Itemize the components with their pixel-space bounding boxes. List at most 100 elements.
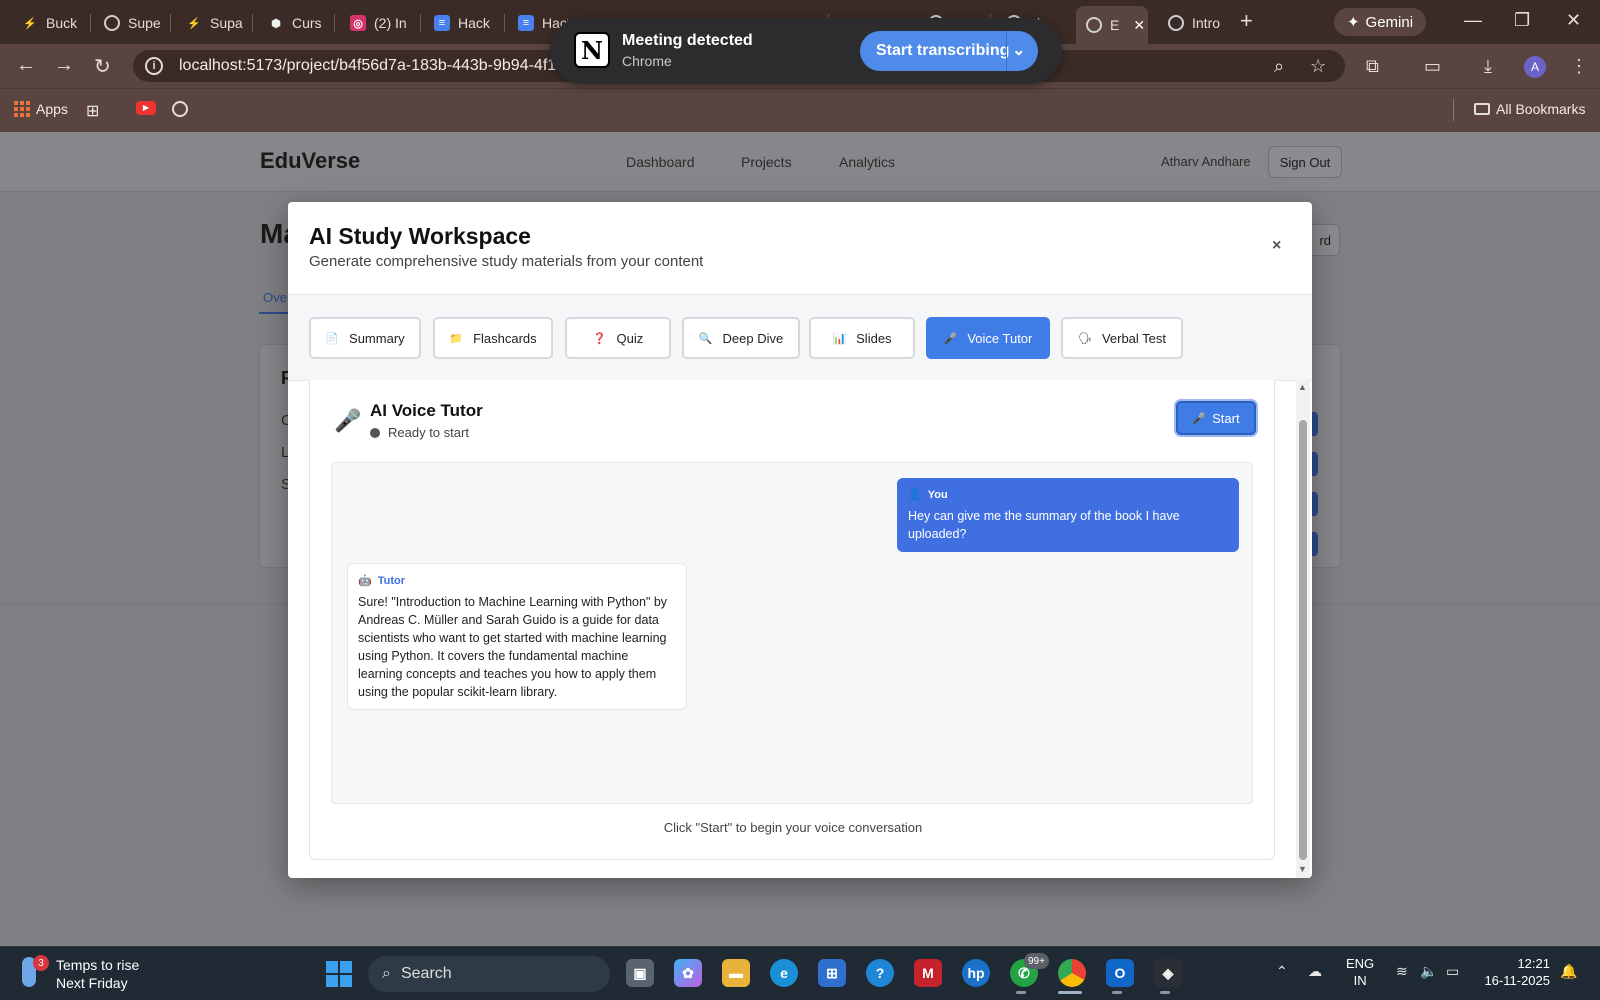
cloud-off-icon[interactable]: ☁ — [1308, 963, 1322, 980]
store-icon[interactable]: ⊞ — [818, 959, 846, 987]
download-icon[interactable]: ⤓ — [1484, 56, 1492, 77]
tab-search-icon[interactable]: ▭ — [1424, 56, 1441, 77]
apps-bookmark[interactable]: Apps — [14, 101, 68, 117]
site-info-icon[interactable]: i — [145, 57, 163, 75]
close-tab-icon[interactable]: ✕ — [1133, 17, 1145, 34]
tab-verbal-test[interactable]: 🗣 Verbal Test — [1061, 317, 1183, 359]
tab-deep-dive[interactable]: 🔍 Deep Dive — [682, 317, 800, 359]
hint-text: Click "Start" to begin your voice conver… — [663, 820, 923, 835]
sparkle-icon: ✦ — [1346, 14, 1360, 31]
weather-detail[interactable]: Next Friday — [56, 975, 128, 991]
browser-tab[interactable]: ⚡ Supa — [176, 8, 248, 38]
tab-voice-tutor[interactable]: 🎤 Voice Tutor — [926, 317, 1050, 359]
back-icon[interactable]: ← — [16, 54, 36, 77]
globe-bookmark[interactable] — [172, 101, 188, 117]
forward-icon[interactable]: → — [54, 54, 74, 77]
browser-tab[interactable]: Intro — [1158, 8, 1234, 38]
tab-slides[interactable]: 📊 Slides — [809, 317, 915, 359]
cube-app-icon[interactable]: ◈ — [1154, 959, 1182, 987]
close-window-icon[interactable]: ✕ — [1566, 10, 1581, 31]
close-icon[interactable]: × — [1272, 237, 1281, 255]
weather-headline[interactable]: Temps to rise — [56, 957, 139, 973]
nav-projects[interactable]: Projects — [741, 154, 792, 170]
hp-icon[interactable]: hp — [962, 959, 990, 987]
sign-out-button[interactable]: Sign Out — [1268, 146, 1342, 178]
task-view-icon[interactable]: ▣ — [626, 959, 654, 987]
taskbar-search[interactable]: ⌕ Search — [368, 956, 610, 992]
chrome-icon[interactable] — [1058, 959, 1086, 987]
browser-tab[interactable]: Supe — [94, 8, 166, 38]
tab-groups-icon[interactable]: ⊞ — [86, 101, 99, 121]
reload-icon[interactable]: ↻ — [94, 54, 111, 79]
scroll-down-icon[interactable]: ▼ — [1298, 864, 1307, 874]
tab-flashcards[interactable]: 📁 Flashcards — [433, 317, 553, 359]
chevron-down-icon[interactable]: ⌄ — [1012, 40, 1025, 60]
modal-scrollbar[interactable]: ▲ ▼ — [1296, 380, 1310, 878]
gemini-button[interactable]: ✦ Gemini — [1334, 8, 1426, 36]
scrollbar-thumb[interactable] — [1299, 420, 1307, 860]
browser-tab[interactable]: ⬢ Curs — [258, 8, 330, 38]
modal-title: AI Study Workspace — [309, 223, 531, 249]
copilot-icon[interactable]: ✿ — [674, 959, 702, 987]
tab-overview[interactable]: Ove — [263, 290, 287, 305]
openai-icon — [104, 15, 120, 31]
robot-icon: 🤖 — [358, 575, 372, 587]
help-icon[interactable]: ? — [866, 959, 894, 987]
nav-dashboard[interactable]: Dashboard — [626, 154, 695, 170]
youtube-bookmark[interactable]: ▶ — [136, 101, 156, 115]
windows-taskbar: 3 Temps to rise Next Friday ⌕ Search ▣ ✿… — [0, 946, 1600, 1000]
tab-quiz[interactable]: ❓ Quiz — [565, 317, 671, 359]
tab-label: Quiz — [616, 330, 644, 346]
user-icon: 👤 — [908, 489, 922, 501]
bar-chart-icon: 📊 — [832, 332, 847, 345]
mcafee-icon[interactable]: M — [914, 959, 942, 987]
language-indicator[interactable]: ENG IN — [1346, 955, 1374, 989]
browser-tab[interactable]: ◎ (2) In — [340, 8, 416, 38]
menu-icon[interactable]: ⋮ — [1570, 56, 1588, 77]
notifications-icon[interactable]: 🔔 — [1560, 963, 1577, 980]
bookmark-star-icon[interactable]: ☆ — [1310, 56, 1326, 77]
battery-icon[interactable]: ▭ — [1446, 963, 1459, 980]
user-message: 👤 You Hey can give me the summary of the… — [897, 478, 1239, 552]
browser-tab[interactable]: ≡ Hack — [424, 8, 500, 38]
tutor-message: 🤖 Tutor Sure! "Introduction to Machine L… — [347, 563, 687, 710]
new-tab-icon[interactable]: + — [1240, 8, 1253, 34]
file-explorer-icon[interactable]: ▬ — [722, 959, 750, 987]
notification-title: Meeting detected — [622, 32, 753, 49]
windows-start-icon[interactable] — [326, 961, 352, 987]
brand-logo[interactable]: EduVerse — [260, 148, 360, 174]
browser-tab-active[interactable]: E ✕ — [1076, 6, 1148, 44]
scroll-up-icon[interactable]: ▲ — [1298, 382, 1307, 392]
bookmarks-bar: Apps ⊞ ▶ All Bookmarks — [0, 88, 1600, 132]
whatsapp-badge: 99+ — [1024, 953, 1049, 969]
profile-avatar[interactable]: A — [1524, 56, 1546, 78]
browser-tab[interactable]: ⚡ Buck — [12, 8, 82, 38]
url-text: localhost:5173/project/b4f56d7a-183b-443… — [179, 57, 566, 74]
edge-icon[interactable]: e — [770, 959, 798, 987]
chevron-up-icon[interactable]: ⌃ — [1276, 963, 1288, 980]
outlook-icon[interactable]: O — [1106, 959, 1134, 987]
all-bookmarks[interactable]: All Bookmarks — [1474, 101, 1585, 117]
zoom-icon[interactable]: ⌕ — [1274, 56, 1284, 77]
minimize-icon[interactable]: — — [1464, 10, 1482, 31]
document-icon: 📄 — [325, 332, 340, 345]
time: 12:21 — [1517, 956, 1550, 971]
system-clock[interactable]: 12:21 16-11-2025 — [1480, 955, 1550, 989]
microphone-icon: 🎤 — [334, 408, 362, 433]
all-bookmarks-label: All Bookmarks — [1496, 101, 1586, 117]
nav-analytics[interactable]: Analytics — [839, 154, 895, 170]
conversation-area[interactable]: 👤 You Hey can give me the summary of the… — [331, 462, 1253, 804]
tab-summary[interactable]: 📄 Summary — [309, 317, 421, 359]
globe-icon — [1168, 15, 1184, 31]
language-code: ENG — [1346, 956, 1375, 971]
message-sender: 👤 You — [908, 488, 1228, 502]
youtube-icon: ▶ — [136, 101, 156, 115]
extensions-icon[interactable]: ⧉ — [1366, 56, 1379, 77]
volume-icon[interactable]: 🔈 — [1420, 963, 1437, 980]
start-button[interactable]: 🎤 Start — [1176, 401, 1256, 435]
wifi-icon[interactable]: ≋ — [1396, 963, 1408, 980]
search-label: Search — [400, 965, 452, 982]
apps-grid-icon — [14, 101, 30, 117]
restore-icon[interactable]: ❐ — [1514, 10, 1530, 31]
start-transcribing-button[interactable]: Start transcribing ⌄ — [860, 31, 1038, 71]
